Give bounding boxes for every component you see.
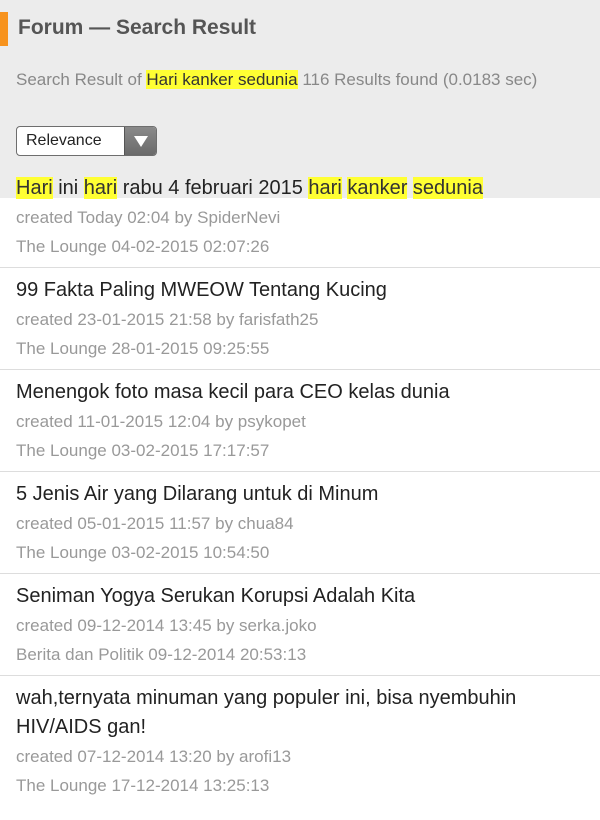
keyword-highlight: hari <box>308 177 342 199</box>
title-text: ini <box>52 177 84 199</box>
result-item[interactable]: Seniman Yogya Serukan Korupsi Adalah Kit… <box>0 574 600 676</box>
dropdown-arrow-button[interactable] <box>124 127 156 155</box>
summary-suffix: 116 Results found (0.0183 sec) <box>297 70 538 89</box>
result-created: created Today 02:04 by SpiderNevi <box>16 208 281 227</box>
search-summary: Search Result of Hari kanker sedunia 116… <box>16 70 584 90</box>
result-forum-line: The Lounge 17-12-2014 13:25:13 <box>16 776 270 795</box>
result-title-link[interactable]: Menengok foto masa kecil para CEO kelas … <box>16 378 584 407</box>
page-title: Forum — Search Result <box>18 16 257 39</box>
result-forum-line: The Lounge 28-01-2015 09:25:55 <box>16 339 270 358</box>
result-title-link[interactable]: Seniman Yogya Serukan Korupsi Adalah Kit… <box>16 582 584 611</box>
keyword-highlight: Hari <box>16 177 53 199</box>
sort-dropdown[interactable]: Relevance <box>16 126 157 156</box>
keyword-highlight: sedunia <box>412 177 483 199</box>
result-item[interactable]: Menengok foto masa kecil para CEO kelas … <box>0 370 600 472</box>
result-title-link[interactable]: 99 Fakta Paling MWEOW Tentang Kucing <box>16 276 584 305</box>
result-forum-line: The Lounge 04-02-2015 02:07:26 <box>16 237 270 256</box>
result-forum-line: The Lounge 03-02-2015 17:17:57 <box>16 441 270 460</box>
keyword-highlight: hari <box>83 177 118 199</box>
result-item[interactable]: 5 Jenis Air yang Dilarang untuk di Minum… <box>0 472 600 574</box>
chevron-down-icon <box>133 135 148 147</box>
sort-selected-label: Relevance <box>26 132 102 149</box>
results-list: Hari ini hari rabu 4 februari 2015 hari … <box>0 166 600 806</box>
result-item[interactable]: wah,ternyata minuman yang populer ini, b… <box>0 676 600 806</box>
result-created: created 09-12-2014 13:45 by serka.joko <box>16 616 317 635</box>
result-forum-line: The Lounge 03-02-2015 10:54:50 <box>16 543 270 562</box>
header-accent-bar <box>0 12 8 46</box>
page-header: Forum — Search Result <box>0 0 600 56</box>
result-item[interactable]: Hari ini hari rabu 4 februari 2015 hari … <box>0 166 600 268</box>
search-query-highlight: Hari kanker sedunia <box>146 70 298 89</box>
result-created: created 05-01-2015 11:57 by chua84 <box>16 514 294 533</box>
result-created: created 23-01-2015 21:58 by farisfath25 <box>16 310 319 329</box>
result-title-link[interactable]: Hari ini hari rabu 4 februari 2015 hari … <box>16 174 584 203</box>
result-forum-line: Berita dan Politik 09-12-2014 20:53:13 <box>16 645 307 664</box>
result-created: created 11-01-2015 12:04 by psykopet <box>16 412 306 431</box>
result-title-link[interactable]: 5 Jenis Air yang Dilarang untuk di Minum <box>16 480 584 509</box>
keyword-highlight: kanker <box>347 177 408 199</box>
result-title-link[interactable]: wah,ternyata minuman yang populer ini, b… <box>16 684 584 742</box>
result-item[interactable]: 99 Fakta Paling MWEOW Tentang Kucing cre… <box>0 268 600 370</box>
result-created: created 07-12-2014 13:20 by arofi13 <box>16 747 292 766</box>
title-text: rabu 4 februari 2015 <box>117 177 309 199</box>
summary-prefix: Search Result of <box>16 70 147 89</box>
